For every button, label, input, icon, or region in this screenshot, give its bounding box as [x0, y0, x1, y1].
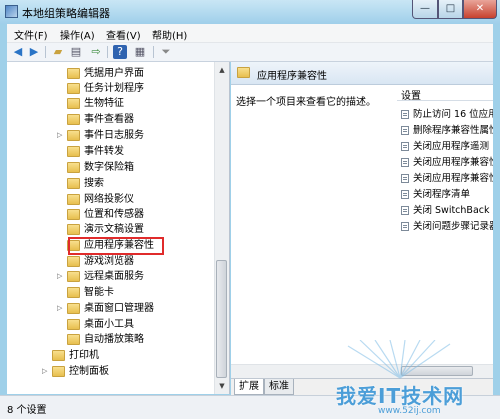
policy-setting-icon [401, 158, 409, 167]
expand-arrow-icon[interactable]: ▷ [42, 364, 50, 379]
menu-view[interactable]: 查看(V) [106, 27, 141, 42]
tab-standard[interactable]: 标准 [264, 379, 294, 395]
folder-icon [67, 178, 80, 189]
filter-icon[interactable]: ⏷ [159, 45, 173, 59]
policy-setting-icon [401, 126, 409, 135]
policy-setting-icon [401, 190, 409, 199]
expand-arrow-icon[interactable]: ▷ [57, 269, 65, 284]
menu-file[interactable]: 文件(F) [14, 27, 48, 42]
status-bar: 8 个设置 [0, 395, 500, 419]
scroll-down-icon[interactable]: ▼ [215, 380, 229, 392]
scrollbar-thumb[interactable] [401, 366, 473, 376]
folder-icon [67, 334, 80, 345]
folder-icon [67, 68, 80, 79]
folder-icon [67, 83, 80, 94]
folder-icon [67, 303, 80, 314]
folder-icon [52, 366, 65, 377]
folder-icon [67, 209, 80, 220]
tab-extended[interactable]: 扩展 [234, 379, 264, 395]
toolbar-separator [45, 46, 46, 58]
window-title: 本地组策略编辑器 [22, 7, 110, 20]
folder-icon [67, 271, 80, 282]
expand-arrow-icon[interactable]: ▷ [57, 128, 65, 143]
policy-setting-icon [401, 206, 409, 215]
folder-icon [67, 194, 80, 205]
policy-editor-app-icon [5, 5, 18, 18]
folder-icon [67, 224, 80, 235]
folder-icon [67, 256, 80, 267]
close-button[interactable]: ✕ [463, 0, 497, 19]
highlight-box [68, 237, 164, 255]
menu-bar: 文件(F) 操作(A) 查看(V) 帮助(H) [7, 24, 493, 43]
maximize-button[interactable]: □ [438, 0, 463, 19]
folder-icon [52, 350, 65, 361]
app-window: 本地组策略编辑器 — □ ✕ 文件(F) 操作(A) 查看(V) 帮助(H) ◀… [0, 0, 500, 419]
policy-setting-icon [401, 142, 409, 151]
policy-setting-icon [401, 222, 409, 231]
policy-setting-icon [401, 110, 409, 119]
settings-column-header[interactable]: 设置 [397, 86, 493, 102]
export-icon[interactable]: ⇨ [89, 45, 103, 59]
status-text: 8 个设置 [7, 405, 47, 416]
folder-up-icon[interactable]: ▰ [51, 45, 65, 59]
details-horizontal-scrollbar[interactable] [231, 364, 493, 378]
scrollbar-thumb[interactable] [216, 260, 227, 378]
toolbar: ◀ ▶ ▰ ▤ ⇨ ? ▦ ⏷ [7, 43, 493, 62]
show-hide-tree-icon[interactable]: ▤ [69, 45, 83, 59]
back-arrow-icon[interactable]: ◀ [11, 45, 25, 59]
view-tabs: 扩展 标准 [231, 378, 493, 395]
folder-icon [67, 114, 80, 125]
toolbar-separator [153, 46, 154, 58]
help-icon[interactable]: ? [113, 45, 127, 59]
forward-arrow-icon[interactable]: ▶ [27, 45, 41, 59]
properties-icon[interactable]: ▦ [133, 45, 147, 59]
details-title: 应用程序兼容性 [257, 71, 327, 82]
tree-vertical-scrollbar[interactable]: ▲ ▼ [214, 62, 229, 394]
folder-icon [67, 319, 80, 330]
details-header: 应用程序兼容性 [231, 62, 493, 85]
minimize-button[interactable]: — [412, 0, 438, 19]
details-pane: 应用程序兼容性 选择一个项目来查看它的描述。 设置 防止访问 16 位应用 删除… [231, 62, 493, 378]
folder-icon [67, 130, 80, 141]
toolbar-separator [107, 46, 108, 58]
title-bar: 本地组策略编辑器 — □ ✕ [0, 0, 500, 24]
folder-icon [67, 287, 80, 298]
folder-icon [67, 146, 80, 157]
tree-pane: 凭据用户界面 任务计划程序 生物特征 事件查看器 ▷ 事件日志服务 事件转发 数… [7, 62, 230, 394]
details-description: 选择一个项目来查看它的描述。 [236, 97, 376, 108]
scroll-up-icon[interactable]: ▲ [215, 64, 229, 76]
menu-action[interactable]: 操作(A) [60, 27, 95, 42]
policy-setting-icon [401, 174, 409, 183]
folder-icon [67, 98, 80, 109]
menu-help[interactable]: 帮助(H) [152, 27, 187, 42]
expand-arrow-icon[interactable]: ▷ [57, 301, 65, 316]
folder-icon [237, 67, 250, 78]
folder-icon [67, 162, 80, 173]
